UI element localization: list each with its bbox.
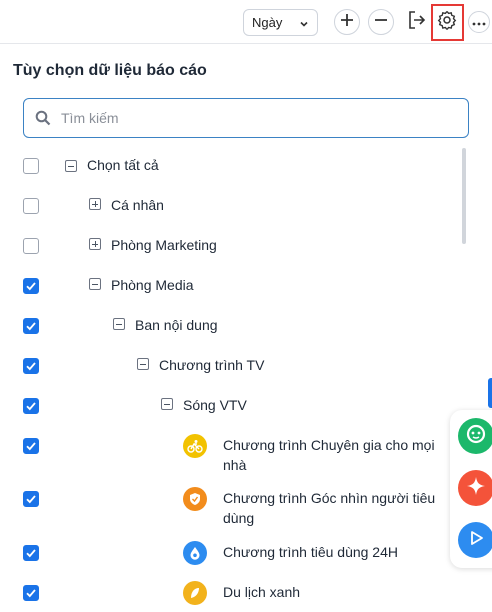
chat-button[interactable] xyxy=(458,418,492,454)
tree-scrollbar[interactable] xyxy=(462,148,466,244)
expand-toggle[interactable] xyxy=(89,238,101,250)
tree-label: Du lịch xanh xyxy=(223,584,301,600)
play-icon xyxy=(467,529,485,552)
search-icon xyxy=(35,110,51,126)
checkbox[interactable] xyxy=(23,545,39,561)
tree-row-select-all[interactable]: Chọn tất cả xyxy=(0,145,460,185)
tree-label: Cá nhân xyxy=(111,197,164,213)
tree-label: Ban nội dung xyxy=(135,317,218,333)
tree-row-ban-noi-dung[interactable]: Ban nội dung xyxy=(0,305,460,345)
search-input[interactable] xyxy=(61,110,441,126)
checkbox[interactable] xyxy=(23,585,39,601)
minus-icon xyxy=(374,13,388,32)
ai-assistant-button[interactable] xyxy=(458,470,492,506)
toolbar: Ngày xyxy=(0,0,492,44)
tree-row-chuong-trinh-tv[interactable]: Chương trình TV xyxy=(0,345,460,385)
more-button[interactable] xyxy=(468,11,490,33)
check-icon xyxy=(26,322,36,331)
collapse-toggle[interactable] xyxy=(137,358,149,370)
play-button[interactable] xyxy=(458,522,492,558)
tree-label: Chọn tất cả xyxy=(87,157,159,173)
expand-toggle[interactable] xyxy=(89,198,101,210)
panel-title: Tùy chọn dữ liệu báo cáo xyxy=(13,62,207,79)
tree-row-song-vtv[interactable]: Sóng VTV xyxy=(0,385,460,425)
checkbox[interactable] xyxy=(23,358,39,374)
select-all-checkbox[interactable] xyxy=(23,158,39,174)
tree-label-line: Chương trình Góc nhìn người tiêu xyxy=(223,490,436,506)
collapse-toggle[interactable] xyxy=(161,398,173,410)
tree-row-goc-nhin[interactable]: Chương trình Góc nhìn người tiêu dùng xyxy=(0,478,460,530)
check-icon xyxy=(26,495,36,504)
tree-label: Chương trình tiêu dùng 24H xyxy=(223,544,398,560)
chat-icon xyxy=(465,423,487,450)
checkbox[interactable] xyxy=(23,398,39,414)
tree-label: Chương trình Chuyên gia cho mọi nhà xyxy=(223,435,435,475)
checkbox[interactable] xyxy=(23,238,39,254)
tree-row-du-lich-xanh[interactable]: Du lịch xanh xyxy=(0,572,460,612)
tree-row-phong-media[interactable]: Phòng Media xyxy=(0,265,460,305)
zoom-out-button[interactable] xyxy=(368,9,394,35)
tree-label: Sóng VTV xyxy=(183,397,247,413)
search-box[interactable] xyxy=(23,98,469,138)
tree-row-chuyen-gia[interactable]: Chương trình Chuyên gia cho mọi nhà xyxy=(0,425,460,477)
check-icon xyxy=(26,362,36,371)
collapse-toggle[interactable] xyxy=(89,278,101,290)
tree-row-ca-nhan[interactable]: Cá nhân xyxy=(0,185,460,225)
chevron-down-icon xyxy=(299,17,309,32)
checkbox[interactable] xyxy=(23,198,39,214)
tree-label: Chương trình TV xyxy=(159,357,265,373)
tree-label: Phòng Media xyxy=(111,277,194,293)
zoom-in-button[interactable] xyxy=(334,9,360,35)
check-icon xyxy=(26,442,36,451)
settings-highlight xyxy=(431,4,464,41)
tree-label-line: Chương trình Chuyên gia cho mọi xyxy=(223,437,435,453)
bike-icon xyxy=(183,434,207,458)
check-icon xyxy=(26,282,36,291)
side-tab[interactable] xyxy=(488,378,492,408)
check-icon xyxy=(26,402,36,411)
export-icon xyxy=(407,10,427,35)
checkbox[interactable] xyxy=(23,318,39,334)
checkbox[interactable] xyxy=(23,491,39,507)
sparkle-icon xyxy=(466,476,486,501)
floating-actions xyxy=(450,410,492,568)
tree-label: Phòng Marketing xyxy=(111,237,217,253)
export-button[interactable] xyxy=(404,9,430,35)
checkbox[interactable] xyxy=(23,438,39,454)
tree-row-tieu-dung-24h[interactable]: Chương trình tiêu dùng 24H xyxy=(0,532,460,572)
more-icon xyxy=(472,13,486,31)
tree-label: Chương trình Góc nhìn người tiêu dùng xyxy=(223,488,435,528)
collapse-toggle[interactable] xyxy=(113,318,125,330)
check-icon xyxy=(26,549,36,558)
leaf-icon xyxy=(183,581,207,605)
plus-icon xyxy=(340,13,354,32)
period-select[interactable]: Ngày xyxy=(243,9,318,36)
period-select-value: Ngày xyxy=(252,15,283,30)
check-icon xyxy=(26,589,36,598)
collapse-toggle[interactable] xyxy=(65,160,77,172)
shield-icon xyxy=(183,487,207,511)
drop-icon xyxy=(183,541,207,565)
tree-label-line: dùng xyxy=(223,510,255,526)
checkbox[interactable] xyxy=(23,278,39,294)
tree-label-line: nhà xyxy=(223,457,247,473)
tree-row-phong-marketing[interactable]: Phòng Marketing xyxy=(0,225,460,265)
